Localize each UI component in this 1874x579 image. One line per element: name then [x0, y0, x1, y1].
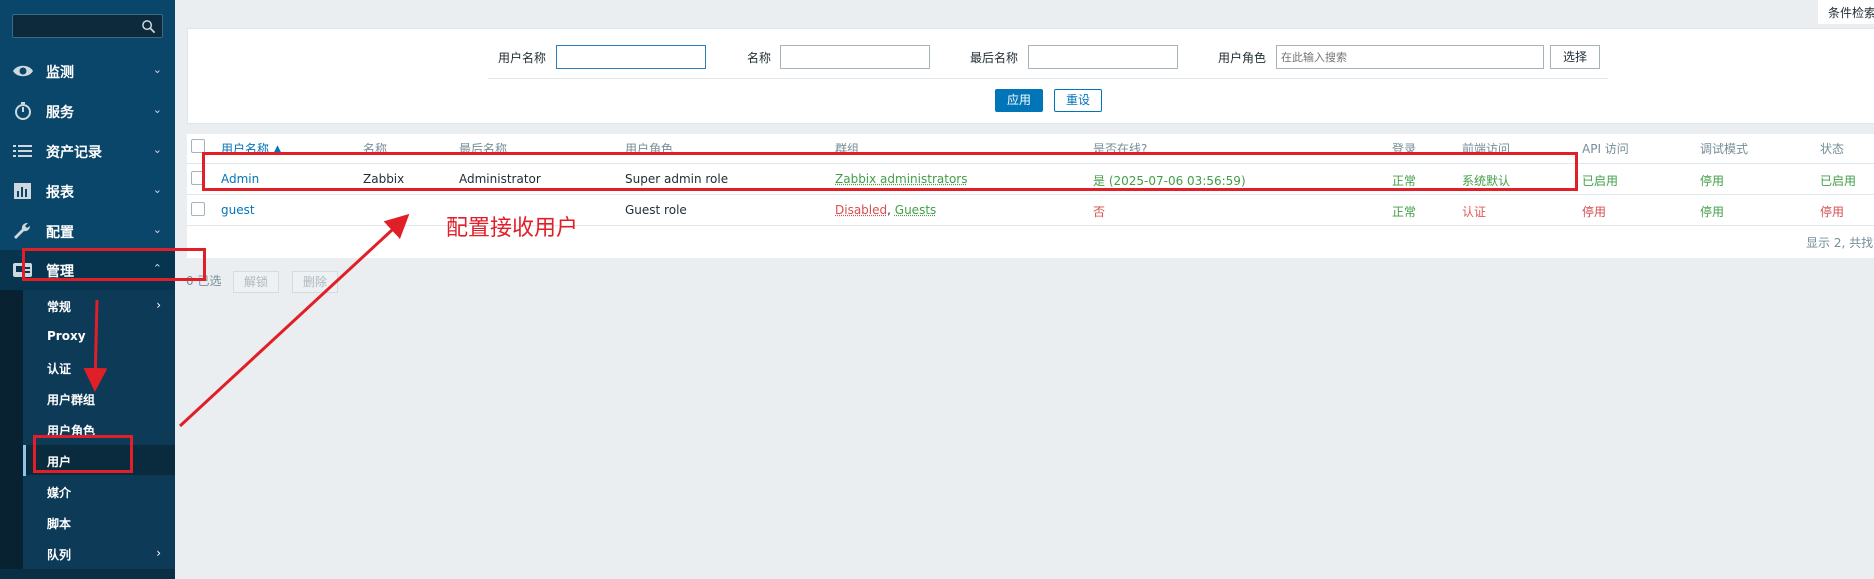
- filter-panel: 用户名称 名称 最后名称 用户角色 选择 应用 重设: [187, 28, 1874, 124]
- unblock-button[interactable]: 解锁: [233, 271, 279, 293]
- menu-inventory-label: 资产记录: [46, 142, 102, 162]
- menu-monitoring-label: 监测: [46, 62, 74, 82]
- table-footer-count: 显示 2, 共找: [1806, 234, 1873, 251]
- submenu-rail: [0, 290, 23, 569]
- apply-button[interactable]: 应用: [995, 89, 1043, 112]
- wrench-icon: [12, 221, 34, 241]
- submenu-item-queue[interactable]: 队列 ›: [23, 538, 175, 569]
- chevron-down-icon: ⌄: [153, 63, 162, 76]
- submenu-item-label: 队列: [47, 546, 71, 563]
- status-badge[interactable]: 停用: [1820, 203, 1844, 220]
- row-divider: [187, 225, 1874, 226]
- role-cell: Guest role: [625, 203, 687, 217]
- bar-chart-icon: [12, 181, 34, 201]
- select-all-checkbox[interactable]: [191, 139, 205, 153]
- annotation-highlight-users-item: [33, 435, 133, 473]
- surname-input[interactable]: [1028, 45, 1178, 69]
- menu-monitoring[interactable]: 监测 ⌄: [0, 51, 175, 91]
- api-access: 已启用: [1582, 172, 1618, 189]
- submenu-item-label: 常规: [47, 298, 71, 315]
- status-badge[interactable]: 已启用: [1820, 172, 1856, 189]
- menu-inventory[interactable]: 资产记录 ⌄: [0, 131, 175, 171]
- row-divider: [187, 194, 1874, 195]
- stopwatch-icon: [12, 101, 34, 121]
- list-icon: [12, 141, 34, 161]
- api-access: 停用: [1582, 203, 1606, 220]
- user-role-label: 用户角色: [1218, 49, 1266, 66]
- sidebar: 监测 ⌄ 服务 ⌄ 资产记录 ⌄ 报表 ⌄ 配置 ⌄ 管理 ⌃ 常规 › Pro…: [0, 0, 175, 579]
- menu-services-label: 服务: [46, 102, 74, 122]
- reset-button[interactable]: 重设: [1054, 89, 1102, 112]
- group-link[interactable]: Disabled: [835, 203, 887, 217]
- group-link[interactable]: Guests: [895, 203, 937, 217]
- annotation-highlight-row: [202, 152, 1578, 191]
- debug-mode: 停用: [1700, 172, 1724, 189]
- search-icon[interactable]: [141, 19, 156, 34]
- submenu-item-proxy[interactable]: Proxy: [23, 321, 175, 352]
- groups-cell: Disabled, Guests: [835, 203, 936, 217]
- user-role-input[interactable]: [1276, 45, 1544, 69]
- online-cell: 否: [1093, 203, 1105, 220]
- submenu-item-general[interactable]: 常规 ›: [23, 290, 175, 321]
- eye-icon: [12, 61, 34, 81]
- debug-mode: 停用: [1700, 203, 1724, 220]
- delete-button[interactable]: 删除: [292, 271, 338, 293]
- username-input[interactable]: [556, 45, 706, 69]
- username-label: 用户名称: [498, 49, 546, 66]
- chevron-right-icon: ›: [156, 546, 161, 560]
- submenu-item-label: 用户群组: [47, 391, 95, 408]
- name-label: 名称: [747, 49, 771, 66]
- menu-reports[interactable]: 报表 ⌄: [0, 171, 175, 211]
- submenu-item-user-groups[interactable]: 用户群组: [23, 383, 175, 414]
- annotation-highlight-admin-menu: [22, 248, 206, 281]
- submenu-item-authentication[interactable]: 认证: [23, 352, 175, 383]
- annotation-label: 配置接收用户: [446, 210, 578, 242]
- submenu-item-label: 认证: [47, 360, 71, 377]
- submenu-item-label: 媒介: [47, 484, 71, 501]
- menu-configuration-label: 配置: [46, 222, 74, 242]
- chevron-down-icon: ⌄: [153, 103, 162, 116]
- frontend-access: 认证: [1462, 203, 1486, 220]
- col-header-api: API 访问: [1582, 140, 1629, 157]
- username-link[interactable]: guest: [221, 203, 255, 217]
- chevron-down-icon: ⌄: [153, 223, 162, 236]
- submenu-item-label: 脚本: [47, 515, 71, 532]
- submenu-item-label: Proxy: [47, 329, 86, 343]
- filter-tab[interactable]: 条件检索: [1818, 0, 1874, 24]
- surname-label: 最后名称: [970, 49, 1018, 66]
- chevron-right-icon: ›: [156, 298, 161, 312]
- menu-configuration[interactable]: 配置 ⌄: [0, 211, 175, 251]
- select-role-button[interactable]: 选择: [1550, 45, 1600, 69]
- name-input[interactable]: [780, 45, 930, 69]
- menu-reports-label: 报表: [46, 182, 74, 202]
- col-header-debug: 调试模式: [1700, 140, 1748, 157]
- sidebar-search-input[interactable]: [12, 14, 163, 38]
- login-status: 正常: [1392, 203, 1416, 220]
- menu-services[interactable]: 服务 ⌄: [0, 91, 175, 131]
- groups-separator: ,: [887, 203, 895, 217]
- col-header-status: 状态: [1820, 140, 1844, 157]
- row-checkbox[interactable]: [191, 202, 205, 216]
- submenu-item-scripts[interactable]: 脚本: [23, 507, 175, 538]
- chevron-down-icon: ⌄: [153, 183, 162, 196]
- filter-divider: [488, 78, 1608, 79]
- submenu-item-media[interactable]: 媒介: [23, 476, 175, 507]
- chevron-down-icon: ⌄: [153, 143, 162, 156]
